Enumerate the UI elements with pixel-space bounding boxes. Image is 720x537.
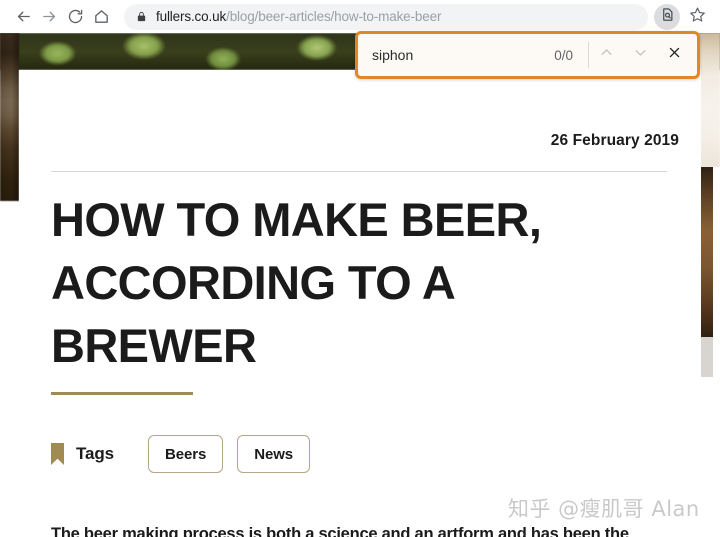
article-date: 26 February 2019 — [551, 132, 679, 150]
tags-row: Tags Beers News — [51, 433, 324, 475]
page-viewport: 26 February 2019 HOW TO MAKE BEER, ACCOR… — [0, 33, 720, 537]
home-icon — [93, 8, 110, 25]
right-image-panel-lower — [700, 337, 713, 377]
bookmark-button[interactable] — [684, 4, 710, 30]
right-background-image-strip — [698, 33, 720, 167]
right-image-panel — [700, 167, 713, 337]
reload-icon — [67, 8, 84, 25]
lock-icon — [136, 10, 147, 23]
tags-label: Tags — [76, 444, 114, 464]
reader-mode-button[interactable] — [654, 4, 680, 30]
find-previous-button[interactable] — [589, 38, 623, 72]
chevron-up-icon — [599, 45, 614, 65]
reload-button[interactable] — [62, 4, 88, 30]
url-path: /blog/beer-articles/how-to-make-beer — [226, 9, 441, 24]
meta-divider — [51, 171, 667, 172]
find-input[interactable] — [358, 34, 554, 76]
bookmark-tag-icon — [51, 443, 64, 465]
forward-button[interactable] — [36, 4, 62, 30]
find-match-count: 0/0 — [554, 48, 588, 63]
left-background-image-strip — [0, 33, 19, 201]
forward-arrow-icon — [41, 8, 58, 25]
find-next-button[interactable] — [623, 38, 657, 72]
url-text: fullers.co.uk/blog/beer-articles/how-to-… — [156, 4, 441, 30]
address-bar[interactable]: fullers.co.uk/blog/beer-articles/how-to-… — [124, 4, 648, 30]
chevron-down-icon — [633, 45, 648, 65]
browser-toolbar: fullers.co.uk/blog/beer-articles/how-to-… — [0, 0, 720, 33]
home-button[interactable] — [88, 4, 114, 30]
back-button[interactable] — [10, 4, 36, 30]
find-close-button[interactable] — [657, 38, 691, 72]
star-icon — [689, 6, 706, 28]
back-arrow-icon — [15, 8, 32, 25]
reader-mode-icon — [660, 7, 675, 27]
title-accent-rule — [51, 392, 193, 395]
article-card: 26 February 2019 HOW TO MAKE BEER, ACCOR… — [19, 70, 701, 537]
close-x-icon — [667, 45, 682, 65]
page-title: HOW TO MAKE BEER, ACCORDING TO A BREWER — [51, 188, 671, 377]
find-in-page-bar: 0/0 — [355, 31, 700, 79]
article-lede-paragraph: The beer making process is both a scienc… — [51, 521, 671, 537]
tag-chip-beers[interactable]: Beers — [148, 435, 223, 473]
url-domain: fullers.co.uk — [156, 9, 226, 24]
tag-chip-news[interactable]: News — [237, 435, 310, 473]
